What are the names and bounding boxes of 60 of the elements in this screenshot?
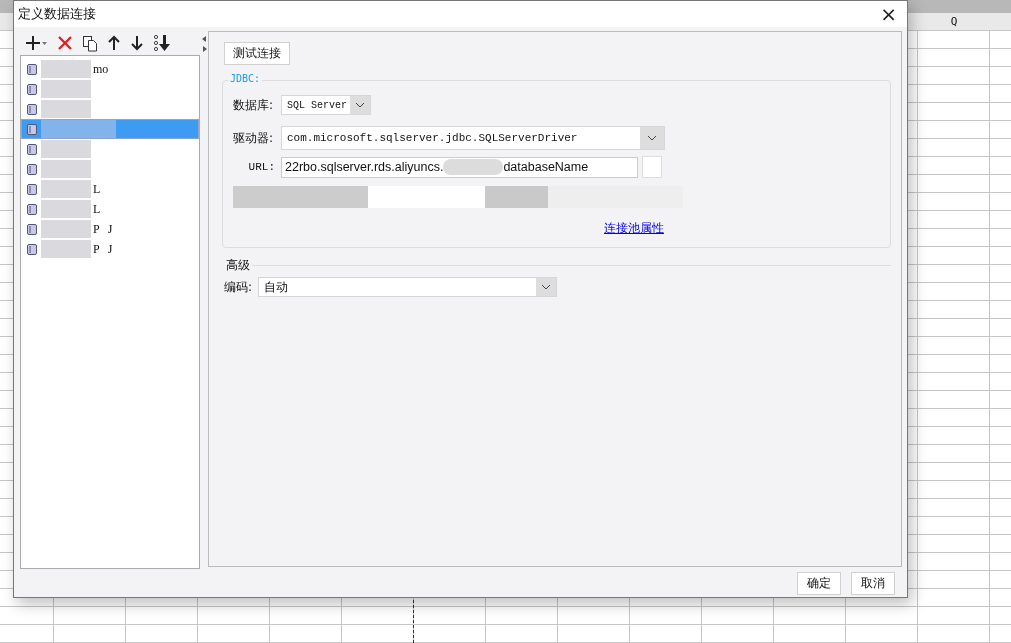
field-label: URL: bbox=[247, 161, 276, 173]
database-icon bbox=[27, 123, 37, 135]
redaction-blur bbox=[41, 140, 91, 158]
redaction-blur bbox=[443, 159, 504, 175]
connection-name-fragment: J bbox=[107, 241, 113, 257]
window-title: 定义数据连接 bbox=[18, 5, 96, 23]
connection-name-fragment: P bbox=[93, 241, 100, 257]
database-dropdown[interactable]: SQL Server bbox=[281, 95, 371, 115]
move-to-bottom-icon[interactable] bbox=[153, 34, 171, 52]
connection-item[interactable]: L bbox=[21, 179, 199, 199]
driver-dropdown[interactable]: com.microsoft.sqlserver.jdbc.SQLServerDriver bbox=[281, 126, 665, 150]
copy-icon[interactable] bbox=[82, 34, 98, 52]
cancel-button[interactable]: 取消 bbox=[851, 571, 895, 595]
connection-pool-link[interactable]: 连接池属性 bbox=[604, 221, 664, 235]
database-icon bbox=[27, 63, 37, 75]
database-icon bbox=[27, 103, 37, 115]
connection-name-fragment: P bbox=[93, 221, 100, 237]
redaction-blur bbox=[41, 180, 91, 198]
connection-item[interactable]: L bbox=[21, 199, 199, 219]
connection-name-fragment: J bbox=[107, 221, 113, 237]
chevron-down-icon bbox=[541, 284, 551, 290]
chevron-down-icon bbox=[355, 102, 365, 108]
redaction-blur bbox=[41, 220, 91, 238]
connection-name-fragment: L bbox=[93, 201, 101, 217]
group-legend: JDBC: bbox=[228, 73, 263, 84]
redaction-blur bbox=[41, 240, 91, 258]
database-icon bbox=[27, 243, 37, 255]
connection-item[interactable]: P J bbox=[21, 239, 199, 259]
add-icon[interactable] bbox=[26, 34, 48, 52]
close-button[interactable]: × bbox=[876, 4, 901, 24]
field-label: 编码: bbox=[224, 278, 254, 296]
redaction-blur bbox=[41, 200, 91, 218]
up-arrow-icon[interactable] bbox=[107, 35, 121, 51]
column-header: Q bbox=[949, 15, 959, 28]
redaction-blur bbox=[41, 80, 91, 98]
connection-item[interactable]: mo bbox=[21, 59, 199, 79]
field-label: 数据库: bbox=[233, 96, 275, 114]
connection-name-fragment: L bbox=[93, 181, 101, 197]
database-icon bbox=[27, 203, 37, 215]
database-icon bbox=[27, 163, 37, 175]
connection-name-fragment: mo bbox=[93, 61, 109, 77]
field-label: 驱动器: bbox=[233, 129, 275, 147]
ok-button[interactable]: 确定 bbox=[797, 571, 841, 595]
encoding-dropdown[interactable]: 自动 bbox=[258, 277, 557, 297]
database-icon bbox=[27, 223, 37, 235]
redaction-blur bbox=[41, 60, 91, 78]
splitter-arrows-icon[interactable] bbox=[201, 35, 207, 55]
page-break-line bbox=[413, 600, 414, 643]
down-arrow-icon[interactable] bbox=[130, 35, 144, 51]
database-icon bbox=[27, 83, 37, 95]
database-icon bbox=[27, 143, 37, 155]
section-heading: 高级 bbox=[226, 257, 250, 274]
connection-item[interactable]: P J bbox=[21, 219, 199, 239]
delete-icon[interactable] bbox=[57, 35, 73, 51]
test-connection-button[interactable]: 测试连接 bbox=[224, 42, 290, 65]
redaction-blur bbox=[41, 100, 91, 118]
database-icon bbox=[27, 183, 37, 195]
chevron-down-icon bbox=[647, 135, 657, 141]
url-field[interactable]: 22rbo.sqlserver.rds.aliyuncs. databaseName bbox=[281, 156, 638, 178]
redaction-blur bbox=[41, 160, 91, 178]
